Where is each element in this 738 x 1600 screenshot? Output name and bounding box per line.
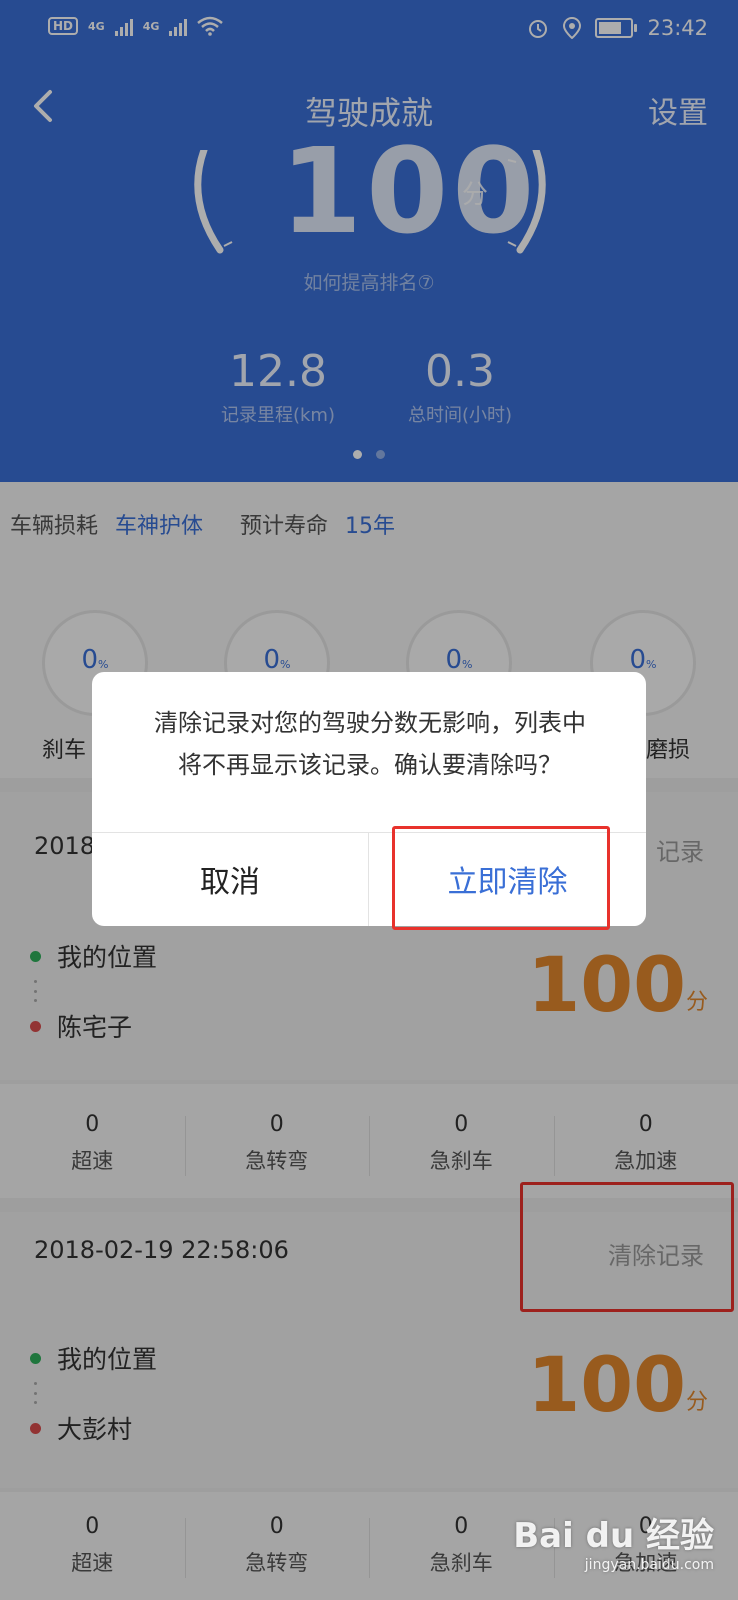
watermark-text: Bai du 经验 — [513, 1516, 714, 1556]
dialog-message-line-2: 将不再显示该记录。确认要清除吗？ — [178, 751, 562, 779]
confirm-button-highlight — [392, 826, 610, 930]
baidu-watermark-logo: Bai du 经验 jingyan.baidu.com — [513, 1508, 714, 1573]
watermark-sub: jingyan.baidu.com — [584, 1557, 714, 1573]
dialog-message-line-1: 清除记录对您的驾驶分数无影响，列表中 — [154, 709, 586, 737]
cancel-button[interactable]: 取消 — [92, 832, 368, 926]
dialog-message: 清除记录对您的驾驶分数无影响，列表中 将不再显示该记录。确认要清除吗？ — [126, 702, 614, 786]
